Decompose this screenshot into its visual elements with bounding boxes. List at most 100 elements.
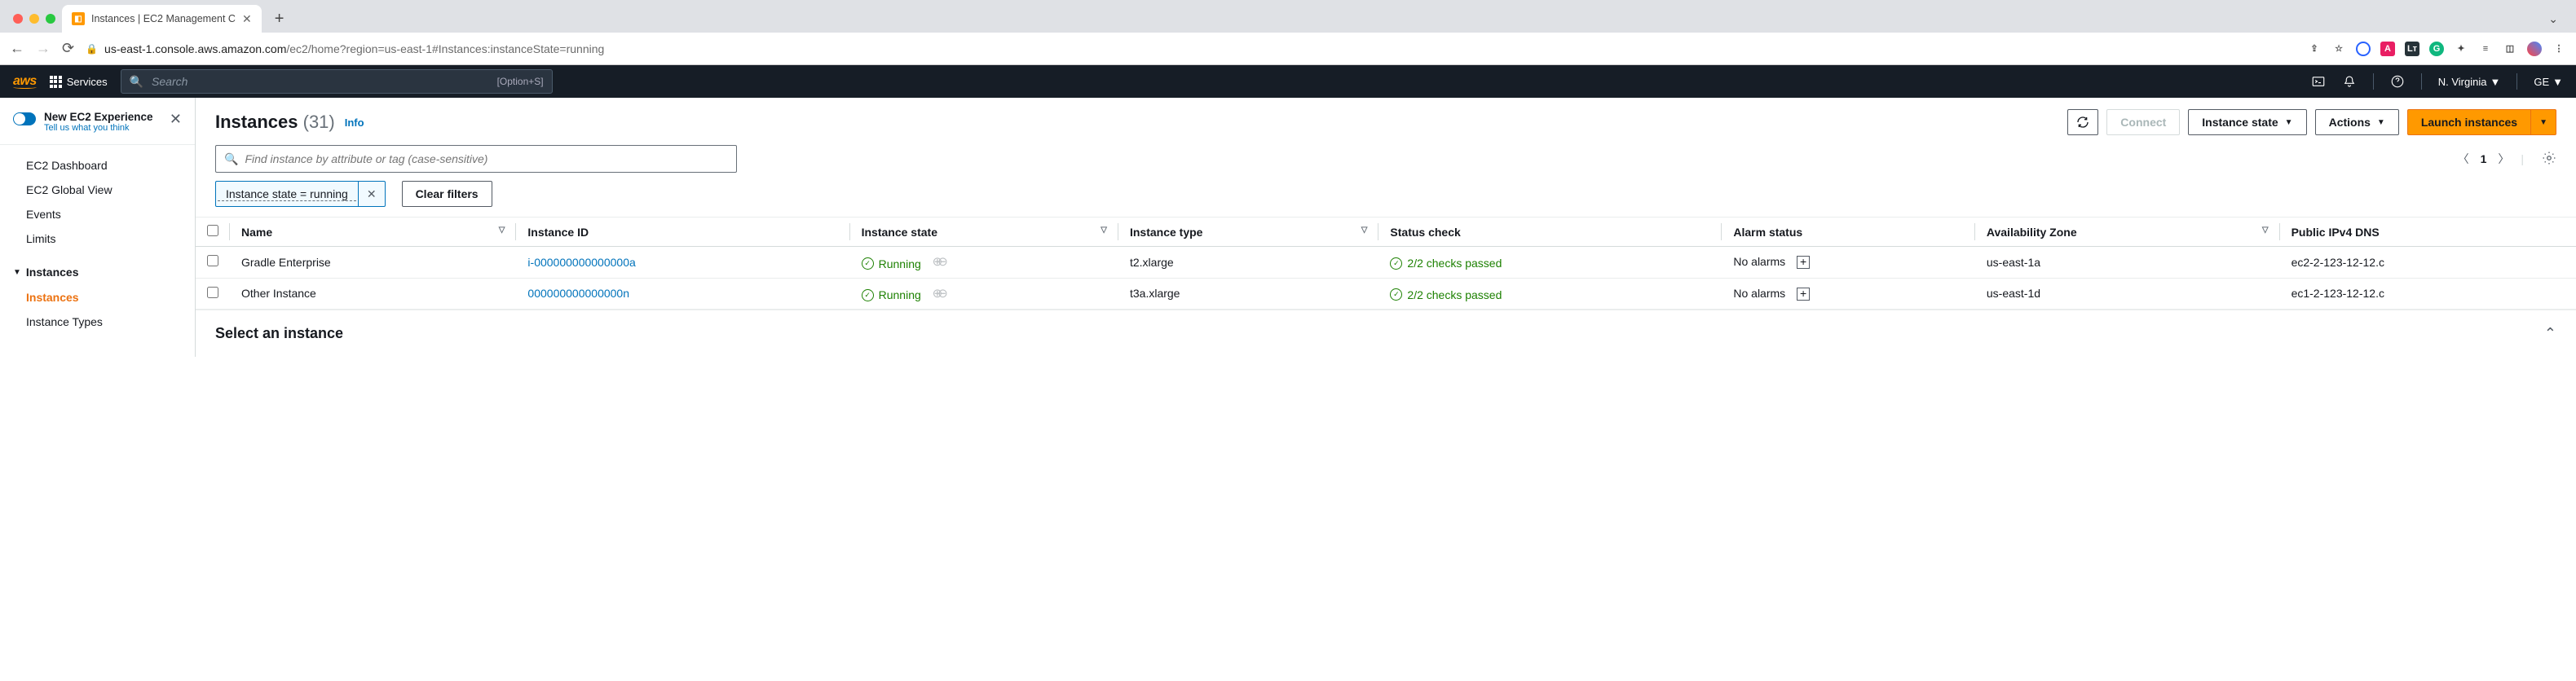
table-row[interactable]: Gradle Enterprise i-000000000000000a ✓ R… <box>196 247 2576 279</box>
header-actions: Connect Instance state ▼ Actions ▼ Launc… <box>2067 109 2556 135</box>
tab-close-button[interactable]: ✕ <box>242 12 252 26</box>
sidebar-item-instances[interactable]: Instances <box>0 285 195 310</box>
window-controls <box>8 14 55 24</box>
sidebar-group-instances[interactable]: ▼ Instances <box>0 259 195 285</box>
sidebar-item-dashboard[interactable]: EC2 Dashboard <box>0 153 195 178</box>
filter-input[interactable] <box>245 152 728 165</box>
cell-dns: ec1-2-123-12-12.c <box>2280 278 2576 310</box>
filter-chip-row: Instance state = running ✕ Clear filters <box>196 181 2576 217</box>
row-checkbox[interactable] <box>207 287 218 298</box>
new-experience-banner: New EC2 Experience Tell us what you thin… <box>0 108 195 145</box>
col-status-check[interactable]: Status check <box>1378 217 1722 247</box>
add-alarm-button[interactable]: + <box>1797 288 1810 301</box>
profile-avatar-icon[interactable] <box>2527 42 2542 56</box>
add-alarm-button[interactable]: + <box>1797 256 1810 269</box>
window-close-button[interactable] <box>13 14 23 24</box>
pager-next[interactable]: 〉 <box>2498 151 2509 167</box>
cloudshell-icon[interactable] <box>2311 74 2326 89</box>
url-host: us-east-1.console.aws.amazon.com <box>104 42 286 55</box>
instance-id-link[interactable]: i-000000000000000a <box>527 256 635 269</box>
filter-toolbar: 🔍 〈 1 〉 | <box>196 142 2576 181</box>
select-all-checkbox[interactable] <box>207 225 218 236</box>
aws-top-nav: aws Services 🔍 [Option+S] N. Virginia ▼ … <box>0 65 2576 98</box>
pager-prev[interactable]: 〈 <box>2458 151 2469 167</box>
browser-menu-icon[interactable]: ⋮ <box>2552 42 2566 56</box>
sort-icon: ▽ <box>1101 226 1107 235</box>
bookmark-icon[interactable]: ☆ <box>2331 42 2346 56</box>
region-label: N. Virginia <box>2438 76 2487 88</box>
instance-state-button[interactable]: Instance state ▼ <box>2188 109 2306 135</box>
help-icon[interactable] <box>2390 74 2405 89</box>
aws-search[interactable]: 🔍 [Option+S] <box>121 69 553 94</box>
ext-l-icon[interactable]: Lт <box>2405 42 2419 56</box>
actions-button[interactable]: Actions ▼ <box>2315 109 2399 135</box>
status-check-indicator: ✓ 2/2 checks passed <box>1390 288 1502 301</box>
url-path: /ec2/home?region=us-east-1#Instances:ins… <box>286 42 604 55</box>
sidebar-item-limits[interactable]: Limits <box>0 226 195 251</box>
tab-favicon-icon: ◧ <box>72 12 85 25</box>
onepassword-icon[interactable] <box>2356 42 2371 56</box>
reload-button[interactable]: ⟳ <box>62 40 74 57</box>
grammarly-icon[interactable]: G <box>2429 42 2444 56</box>
new-experience-feedback-link[interactable]: Tell us what you think <box>44 123 161 133</box>
tab-strip: ◧ Instances | EC2 Management C ✕ + ⌄ <box>0 0 2576 33</box>
instance-id-link[interactable]: 000000000000000n <box>527 287 629 300</box>
sidebar-item-instance-types[interactable]: Instance Types <box>0 310 195 334</box>
connect-button[interactable]: Connect <box>2106 109 2180 135</box>
refresh-button[interactable] <box>2067 109 2098 135</box>
col-instance-type[interactable]: Instance type▽ <box>1118 217 1378 247</box>
main-layout: New EC2 Experience Tell us what you thin… <box>0 98 2576 357</box>
new-tab-button[interactable]: + <box>268 10 291 29</box>
tab-overflow-button[interactable]: ⌄ <box>2539 12 2568 26</box>
clear-filters-button[interactable]: Clear filters <box>402 181 492 207</box>
new-experience-toggle[interactable] <box>13 112 36 125</box>
forward-button[interactable]: → <box>36 40 51 57</box>
sidebar-item-events[interactable]: Events <box>0 202 195 226</box>
browser-tab[interactable]: ◧ Instances | EC2 Management C ✕ <box>62 5 262 33</box>
extensions-icon[interactable]: ✦ <box>2454 42 2468 56</box>
launch-button-group: Launch instances ▼ <box>2407 109 2556 135</box>
col-name[interactable]: Name▽ <box>230 217 516 247</box>
share-icon[interactable]: ⇪ <box>2307 42 2322 56</box>
launch-instances-dropdown[interactable]: ▼ <box>2531 109 2556 135</box>
ext-a-icon[interactable]: A <box>2380 42 2395 56</box>
aws-search-input[interactable] <box>152 75 489 88</box>
filter-chip-remove[interactable]: ✕ <box>358 182 385 206</box>
aws-logo[interactable]: aws <box>13 74 37 89</box>
back-button[interactable]: ← <box>10 40 24 57</box>
gear-icon <box>2542 151 2556 165</box>
region-selector[interactable]: N. Virginia ▼ <box>2438 76 2501 88</box>
window-maximize-button[interactable] <box>46 14 55 24</box>
new-experience-close-button[interactable]: ✕ <box>170 111 182 128</box>
detail-panel-toggle[interactable]: ⌃ <box>2544 325 2556 342</box>
state-filter-icon[interactable]: ⊕⊖ <box>933 255 943 269</box>
reading-list-icon[interactable]: ≡ <box>2478 42 2493 56</box>
state-filter-icon[interactable]: ⊕⊖ <box>933 287 943 301</box>
sidebar-item-global-view[interactable]: EC2 Global View <box>0 178 195 202</box>
info-link[interactable]: Info <box>345 116 364 129</box>
col-alarm-status[interactable]: Alarm status <box>1722 217 1975 247</box>
url-input[interactable]: 🔒 us-east-1.console.aws.amazon.com/ec2/h… <box>86 37 2296 60</box>
side-panel-icon[interactable]: ◫ <box>2503 42 2517 56</box>
col-instance-state[interactable]: Instance state▽ <box>850 217 1118 247</box>
caret-down-icon: ▼ <box>2539 118 2547 127</box>
services-button[interactable]: Services <box>50 76 108 88</box>
launch-instances-button[interactable]: Launch instances <box>2407 109 2531 135</box>
notifications-icon[interactable] <box>2342 74 2357 89</box>
account-selector[interactable]: GE ▼ <box>2534 76 2563 88</box>
account-label: GE <box>2534 76 2549 88</box>
address-bar: ← → ⟳ 🔒 us-east-1.console.aws.amazon.com… <box>0 33 2576 65</box>
col-public-dns[interactable]: Public IPv4 DNS <box>2280 217 2576 247</box>
sidebar-group-label: Instances <box>26 266 79 279</box>
filter-input-wrapper[interactable]: 🔍 <box>215 145 737 173</box>
table-row[interactable]: Other Instance 000000000000000n ✓ Runnin… <box>196 278 2576 310</box>
sort-icon: ▽ <box>2262 226 2269 235</box>
nav-divider <box>2421 73 2422 90</box>
row-checkbox[interactable] <box>207 255 218 266</box>
cell-alarm-status: No alarms <box>1733 255 1785 268</box>
page-header: Instances (31) Info Connect Instance sta… <box>196 98 2576 142</box>
table-settings-button[interactable] <box>2542 151 2556 168</box>
col-instance-id[interactable]: Instance ID <box>516 217 849 247</box>
col-availability-zone[interactable]: Availability Zone▽ <box>1975 217 2280 247</box>
window-minimize-button[interactable] <box>29 14 39 24</box>
